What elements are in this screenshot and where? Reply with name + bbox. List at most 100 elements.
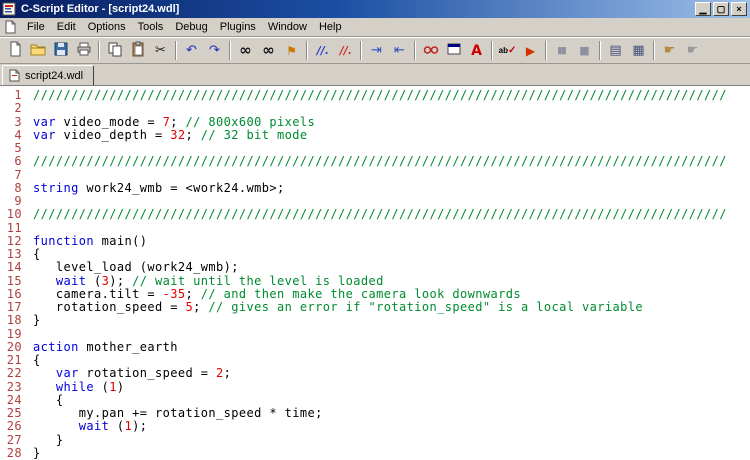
menu-file[interactable]: File (21, 18, 51, 36)
code-line[interactable]: ////////////////////////////////////////… (33, 89, 750, 102)
hand-tool-alt-button[interactable]: ☛ (681, 40, 704, 62)
toolbar-separator (599, 41, 601, 60)
uncomment-selection-button[interactable]: //. (334, 40, 357, 62)
line-number: 20 (0, 341, 27, 354)
find-next-button[interactable]: ∞ (257, 40, 280, 62)
tab-script24[interactable]: script24.wdl (2, 65, 94, 85)
watch-window-button[interactable]: ▦ (627, 40, 650, 62)
undo-button[interactable]: ↶ (180, 40, 203, 62)
gutter: 1234567891011121314151617181920212223242… (0, 86, 27, 460)
code-line[interactable]: rotation_speed = 5; // gives an error if… (33, 301, 750, 314)
output-window-button[interactable]: ▤ (604, 40, 627, 62)
code-line[interactable]: camera.tilt = -35; // and then make the … (33, 288, 750, 301)
menu-edit[interactable]: Edit (51, 18, 82, 36)
tab-document-icon (8, 69, 21, 82)
toolbar-separator (360, 41, 362, 60)
stop-button[interactable]: ■ (573, 40, 596, 62)
comment-icon: //. (317, 44, 329, 57)
find-binoculars-icon: ∞ (239, 43, 252, 58)
code-area[interactable]: ////////////////////////////////////////… (27, 86, 750, 460)
bookmark-button[interactable]: ⚑ (280, 40, 303, 62)
new-file-button[interactable] (3, 40, 26, 62)
syntax-check-button[interactable] (419, 40, 442, 62)
code-line[interactable] (33, 142, 750, 155)
open-file-button[interactable] (26, 40, 49, 62)
line-number: 14 (0, 261, 27, 274)
resource-window-button[interactable] (442, 40, 465, 62)
code-line[interactable]: { (33, 354, 750, 367)
outdent-button[interactable]: ⇤ (388, 40, 411, 62)
code-line[interactable]: } (33, 434, 750, 447)
printer-icon (76, 41, 92, 60)
code-line[interactable]: } (33, 447, 750, 460)
code-line[interactable]: } (33, 314, 750, 327)
code-line[interactable]: ////////////////////////////////////////… (33, 155, 750, 168)
indent-button[interactable]: ⇥ (365, 40, 388, 62)
code-line[interactable]: wait (3); // wait until the level is loa… (33, 275, 750, 288)
code-line[interactable] (33, 195, 750, 208)
maximize-button[interactable]: ▢ (713, 2, 729, 16)
menu-help[interactable]: Help (313, 18, 348, 36)
line-number: 7 (0, 169, 27, 182)
code-line[interactable]: var video_mode = 7; // 800x600 pixels (33, 116, 750, 129)
line-number: 12 (0, 235, 27, 248)
code-line[interactable]: var rotation_speed = 2; (33, 367, 750, 380)
line-number: 8 (0, 182, 27, 195)
code-line[interactable]: { (33, 394, 750, 407)
comment-selection-button[interactable]: //. (311, 40, 334, 62)
minimize-button[interactable]: ▁ (695, 2, 711, 16)
code-line[interactable]: ////////////////////////////////////////… (33, 208, 750, 221)
code-line[interactable]: my.pan += rotation_speed * time; (33, 407, 750, 420)
code-line[interactable]: action mother_earth (33, 341, 750, 354)
spell-check-mark-icon: ✓ (508, 45, 516, 56)
line-number: 22 (0, 367, 27, 380)
stop-icon: ■ (579, 45, 589, 56)
font-button[interactable]: A (465, 40, 488, 62)
line-number: 27 (0, 434, 27, 447)
menu-window[interactable]: Window (262, 18, 313, 36)
save-floppy-icon (53, 41, 69, 60)
open-folder-icon (30, 41, 46, 60)
code-line[interactable]: string work24_wmb = <work24.wmb>; (33, 182, 750, 195)
line-number: 5 (0, 142, 27, 155)
save-button[interactable] (49, 40, 72, 62)
paste-button[interactable] (126, 40, 149, 62)
code-editor[interactable]: 1234567891011121314151617181920212223242… (0, 85, 750, 460)
pause-button[interactable]: ▮▮ (550, 40, 573, 62)
code-line[interactable] (33, 222, 750, 235)
menu-tools[interactable]: Tools (132, 18, 170, 36)
window-properties-icon (446, 41, 462, 60)
close-button[interactable]: × (731, 2, 747, 16)
code-line[interactable] (33, 328, 750, 341)
code-line[interactable] (33, 102, 750, 115)
code-line[interactable]: while (1) (33, 381, 750, 394)
menu-plugins[interactable]: Plugins (214, 18, 262, 36)
line-number: 17 (0, 301, 27, 314)
cut-button[interactable]: ✂ (149, 40, 172, 62)
run-button[interactable]: ▶ (519, 40, 542, 62)
code-line[interactable]: wait (1); (33, 420, 750, 433)
document-icon (3, 20, 17, 34)
line-number: 26 (0, 420, 27, 433)
print-button[interactable] (72, 40, 95, 62)
paste-icon (130, 41, 146, 60)
redo-icon: ↷ (209, 44, 220, 57)
menu-options[interactable]: Options (82, 18, 132, 36)
line-number: 24 (0, 394, 27, 407)
outdent-icon: ⇤ (394, 44, 405, 57)
menu-debug[interactable]: Debug (169, 18, 213, 36)
hand-tool-button[interactable]: ☛ (658, 40, 681, 62)
code-line[interactable]: level_load (work24_wmb); (33, 261, 750, 274)
line-number: 21 (0, 354, 27, 367)
find-button[interactable]: ∞ (234, 40, 257, 62)
code-line[interactable]: var video_depth = 32; // 32 bit mode (33, 129, 750, 142)
code-line[interactable]: { (33, 248, 750, 261)
redo-button[interactable]: ↷ (203, 40, 226, 62)
pause-icon: ▮▮ (558, 45, 566, 56)
copy-button[interactable] (103, 40, 126, 62)
minimize-icon: ▁ (700, 4, 707, 14)
code-line[interactable]: function main() (33, 235, 750, 248)
spell-check-button[interactable]: ab✓ (496, 40, 519, 62)
code-line[interactable] (33, 169, 750, 182)
find-next-icon: ∞ (262, 43, 275, 58)
